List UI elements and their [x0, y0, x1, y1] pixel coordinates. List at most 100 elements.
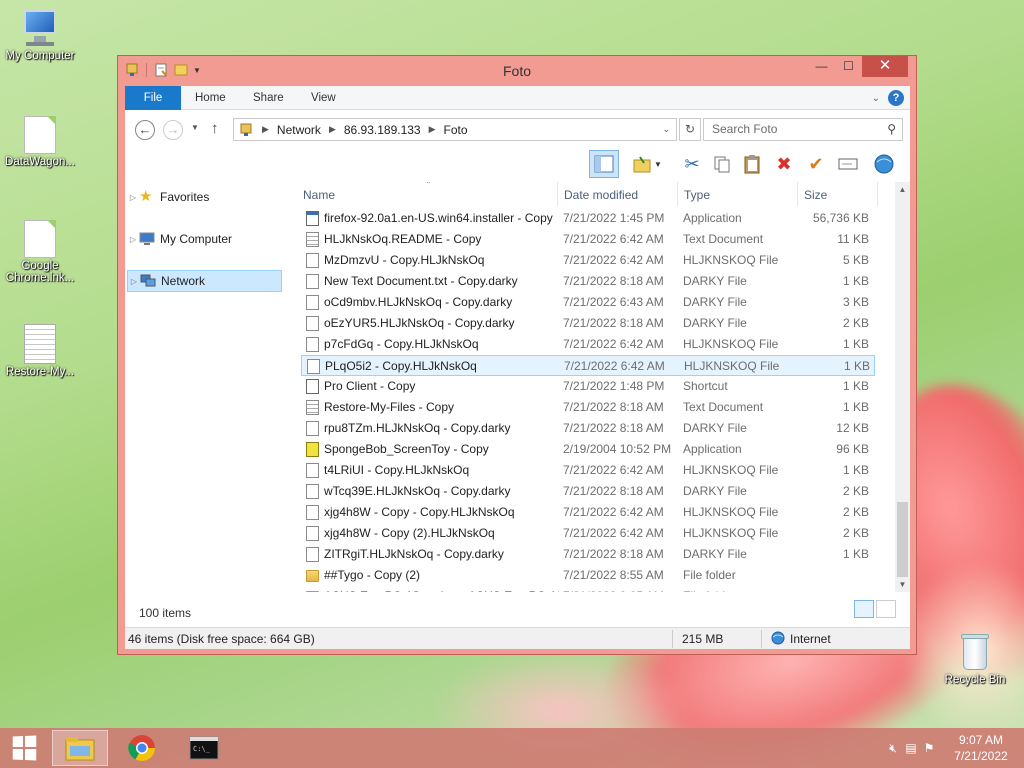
- delete-button[interactable]: ✖: [769, 150, 799, 178]
- window-content: File Home Share View ⌄ ? ← → ▼ ↑ ▶ Netwo…: [125, 86, 910, 649]
- properties-check-button[interactable]: ✔: [801, 150, 831, 178]
- file-date-modified: 7/21/2022 9:05 AM: [563, 589, 664, 592]
- file-row[interactable]: HLJkNskOq.README - Copy 7/21/2022 6:42 AM…: [301, 229, 875, 250]
- scroll-thumb[interactable]: [897, 502, 908, 577]
- desktop-icon-google-chrome-lnk[interactable]: Google Chrome.lnk...: [0, 220, 80, 284]
- desktop-icon-datawagon[interactable]: DataWagon...: [0, 116, 80, 168]
- column-type[interactable]: Type: [684, 188, 710, 202]
- file-row[interactable]: SpongeBob_ScreenToy - Copy 2/19/2004 10:5…: [301, 439, 875, 460]
- nav-my-computer[interactable]: ▷ My Computer: [127, 228, 282, 250]
- tab-share[interactable]: Share: [253, 86, 284, 110]
- recent-locations-icon[interactable]: ▼: [191, 123, 199, 132]
- file-row[interactable]: PLqO5i2 - Copy.HLJkNskOq 7/21/2022 6:42 A…: [301, 355, 875, 376]
- expand-arrow-icon[interactable]: ▷: [127, 235, 139, 244]
- copy-button[interactable]: [707, 150, 737, 178]
- taskbar-file-explorer[interactable]: [52, 730, 108, 766]
- volume-muted-icon[interactable]: 🔇︎: [884, 741, 902, 756]
- chevron-down-icon: ▼: [654, 159, 662, 169]
- vertical-scrollbar[interactable]: ▲ ▼: [895, 182, 910, 592]
- nav-favorites[interactable]: ▷ ★ Favorites: [127, 186, 282, 208]
- clock-time: 9:07 AM: [958, 733, 1004, 747]
- scroll-down-icon[interactable]: ▼: [895, 577, 910, 592]
- file-row[interactable]: ZITRgiT.HLJkNskOq - Copy.darky 7/21/2022 …: [301, 544, 875, 565]
- expand-arrow-icon[interactable]: ▷: [127, 193, 139, 202]
- breadcrumb-separator[interactable]: ▶: [262, 124, 269, 135]
- column-name[interactable]: Name: [303, 188, 335, 202]
- status-items: 46 items (Disk free space: 664 GB): [128, 632, 315, 646]
- preview-pane-button[interactable]: [589, 150, 619, 178]
- file-date-modified: 7/21/2022 1:45 PM: [563, 211, 665, 225]
- close-button[interactable]: ✕: [862, 56, 908, 77]
- details-view-button[interactable]: [854, 600, 874, 618]
- column-size[interactable]: Size: [804, 188, 827, 202]
- action-center-icon[interactable]: ⚑: [920, 741, 938, 755]
- tab-view[interactable]: View: [311, 86, 336, 110]
- breadcrumb-network[interactable]: Network: [277, 123, 321, 137]
- svg-text:C:\_: C:\_: [193, 745, 211, 753]
- file-row[interactable]: t4LRiUI - Copy.HLJkNskOq 7/21/2022 6:42 A…: [301, 460, 875, 481]
- scroll-up-icon[interactable]: ▲: [895, 182, 910, 197]
- rename-button[interactable]: [833, 150, 863, 178]
- file-row[interactable]: xjg4h8W - Copy (2).HLJkNskOq 7/21/2022 6:…: [301, 523, 875, 544]
- address-dropdown-icon[interactable]: ⌄: [662, 124, 670, 135]
- up-button[interactable]: ↑: [211, 120, 219, 137]
- search-input[interactable]: Search Foto ⚲: [703, 118, 903, 141]
- taskbar-chrome[interactable]: [114, 730, 170, 766]
- nav-network[interactable]: ▷ Network: [127, 270, 282, 292]
- desktop-icon-recycle-bin[interactable]: Recycle Bin: [935, 632, 1015, 686]
- breadcrumb-host[interactable]: 86.93.189.133: [344, 123, 421, 137]
- large-icons-view-button[interactable]: [876, 600, 896, 618]
- file-row[interactable]: ASUS Eee PC 4G review_ ASUS Eee PC 4G ..…: [301, 586, 875, 592]
- file-date-modified: 7/21/2022 8:18 AM: [563, 484, 664, 498]
- cut-button[interactable]: ✂: [677, 150, 707, 178]
- file-type: HLJKNSKOQ File: [683, 526, 779, 540]
- back-button[interactable]: ←: [135, 120, 155, 140]
- globe-button[interactable]: [869, 150, 899, 178]
- tab-home[interactable]: Home: [195, 86, 226, 110]
- clock[interactable]: 9:07 AM 7/21/2022: [946, 732, 1016, 764]
- paste-button[interactable]: [737, 150, 767, 178]
- file-icon: [306, 295, 319, 310]
- address-bar[interactable]: ▶ Network ▶ 86.93.189.133 ▶ Foto ⌄: [233, 118, 677, 141]
- network-status-icon[interactable]: ▤: [902, 741, 920, 755]
- breadcrumb-separator[interactable]: ▶: [429, 124, 436, 135]
- file-row[interactable]: ##Tygo - Copy (2) 7/21/2022 8:55 AM File f…: [301, 565, 875, 586]
- minimize-button[interactable]: —: [808, 56, 835, 77]
- file-row[interactable]: Pro Client - Copy 7/21/2022 1:48 PM Shortc…: [301, 376, 875, 397]
- file-row[interactable]: oCd9mbv.HLJkNskOq - Copy.darky 7/21/2022 …: [301, 292, 875, 313]
- forward-button[interactable]: →: [163, 120, 183, 140]
- file-size: 1 KB: [842, 547, 869, 561]
- file-list: Name ⌃ Date modified Type Size firefox-9…: [301, 182, 895, 592]
- file-row[interactable]: rpu8TZm.HLJkNskOq - Copy.darky 7/21/2022 …: [301, 418, 875, 439]
- file-row[interactable]: firefox-92.0a1.en-US.win64.installer - C…: [301, 208, 875, 229]
- taskbar-command-prompt[interactable]: C:\_: [176, 730, 232, 766]
- breadcrumb-foto[interactable]: Foto: [444, 123, 468, 137]
- window-title: Foto: [502, 63, 531, 79]
- maximize-button[interactable]: ☐: [835, 56, 862, 77]
- desktop-icon-my-computer[interactable]: My Computer: [0, 10, 80, 62]
- start-button[interactable]: [0, 730, 48, 766]
- file-name: SpongeBob_ScreenToy - Copy: [324, 442, 489, 456]
- tab-file[interactable]: File: [125, 86, 181, 110]
- column-date-modified[interactable]: Date modified: [564, 188, 638, 202]
- desktop-icon-restore-my-files[interactable]: Restore-My...: [0, 324, 80, 378]
- select-view-button[interactable]: ▼: [627, 150, 667, 178]
- file-row[interactable]: Restore-My-Files - Copy 7/21/2022 8:18 AM…: [301, 397, 875, 418]
- file-row[interactable]: p7cFdGq - Copy.HLJkNskOq 7/21/2022 6:42 A…: [301, 334, 875, 355]
- file-row[interactable]: wTcq39E.HLJkNskOq - Copy.darky 7/21/2022 …: [301, 481, 875, 502]
- text-document-icon: [24, 324, 56, 364]
- title-bar[interactable]: ▼ Foto — ☐ ✕: [118, 56, 916, 86]
- expand-ribbon-icon[interactable]: ⌄: [872, 93, 880, 104]
- refresh-button[interactable]: ↻: [679, 118, 701, 141]
- file-icon: [306, 547, 319, 562]
- file-row[interactable]: oEzYUR5.HLJkNskOq - Copy.darky 7/21/2022 …: [301, 313, 875, 334]
- help-icon[interactable]: ?: [888, 90, 904, 106]
- file-row[interactable]: New Text Document.txt - Copy.darky 7/21/2…: [301, 271, 875, 292]
- breadcrumb-separator[interactable]: ▶: [329, 124, 336, 135]
- file-row[interactable]: xjg4h8W - Copy - Copy.HLJkNskOq 7/21/2022…: [301, 502, 875, 523]
- desktop-icon-label: Google Chrome.lnk...: [5, 260, 75, 284]
- system-tray: 🔇︎ ▤ ⚑ 9:07 AM 7/21/2022: [884, 728, 1024, 768]
- expand-arrow-icon[interactable]: ▷: [128, 277, 140, 286]
- file-row[interactable]: MzDmzvU - Copy.HLJkNskOq 7/21/2022 6:42 A…: [301, 250, 875, 271]
- file-type: DARKY File: [683, 421, 747, 435]
